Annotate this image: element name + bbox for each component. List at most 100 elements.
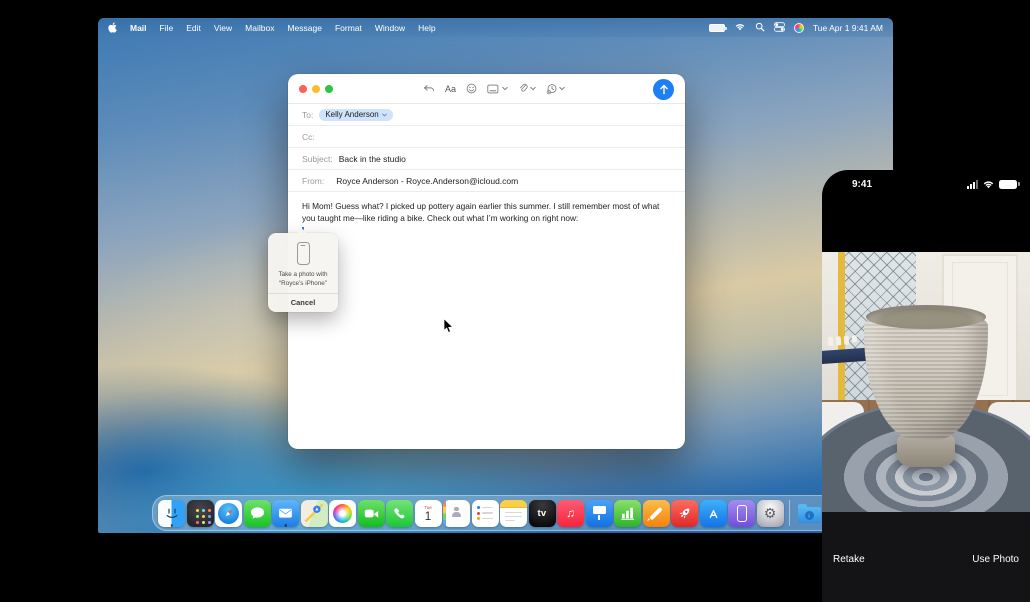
gear-icon: ⚙ (764, 506, 777, 520)
dock-icon-launchpad[interactable] (187, 500, 214, 527)
screenshot-stage: Mail File Edit View Mailbox Message Form… (0, 0, 1030, 602)
dock-icon-contacts[interactable] (443, 500, 470, 527)
iphone-camera-overlay: 9:41 Retake (822, 170, 1030, 602)
cellular-signal-icon (967, 180, 978, 189)
dock-icon-system-settings[interactable]: ⚙ (757, 500, 784, 527)
dock-icon-pages[interactable] (643, 500, 670, 527)
menu-item-message[interactable]: Message (287, 23, 322, 33)
dock-icon-photos[interactable] (329, 500, 356, 527)
dock-icon-iphone-app[interactable] (728, 500, 755, 527)
photo-browser-icon[interactable] (487, 84, 508, 94)
music-note-icon: ♫ (566, 506, 575, 520)
control-center-icon[interactable] (774, 22, 785, 34)
subject-field[interactable]: Subject: Back in the studio (288, 148, 685, 170)
undo-icon[interactable] (423, 84, 435, 94)
menu-item-edit[interactable]: Edit (186, 23, 201, 33)
compass-icon (218, 503, 239, 524)
iphone-icon (297, 242, 310, 265)
spotlight-search-icon[interactable] (755, 22, 765, 34)
photos-pinwheel-icon (333, 504, 352, 523)
from-label: From: (302, 176, 324, 186)
close-window-button[interactable] (299, 85, 307, 93)
menu-item-mail[interactable]: Mail (130, 23, 147, 33)
battery-icon[interactable] (709, 24, 725, 32)
to-field[interactable]: To: Kelly Anderson (288, 104, 685, 126)
download-arrow-icon: ↓ (805, 511, 814, 520)
iphone-status-bar: 9:41 (822, 178, 1030, 192)
retake-button[interactable]: Retake (833, 554, 865, 565)
dock-icon-app-store[interactable] (700, 500, 727, 527)
dock-icon-keynote[interactable] (586, 500, 613, 527)
dock-icon-calendar[interactable]: Tue 1 (415, 500, 442, 527)
zoom-window-button[interactable] (325, 85, 333, 93)
emoji-picker-icon[interactable] (466, 83, 477, 94)
iphone-clock: 9:41 (852, 179, 872, 190)
person-silhouette-icon (452, 507, 461, 516)
format-text-button[interactable]: Aa (445, 84, 456, 94)
camera-action-bar: Retake Use Photo (822, 512, 1030, 602)
message-body[interactable]: Hi Mom! Guess what? I picked up pottery … (288, 192, 685, 447)
downloads-folder-icon: ↓ (798, 507, 821, 523)
dock-divider (789, 500, 790, 526)
cancel-button[interactable]: Cancel (268, 293, 338, 312)
dock-icon-rocket[interactable] (671, 500, 698, 527)
menu-bar: Mail File Edit View Mailbox Message Form… (98, 18, 893, 37)
mail-compose-window: Aa (288, 74, 685, 449)
dock-icon-mail[interactable] (272, 500, 299, 527)
dock-icon-safari[interactable] (215, 500, 242, 527)
recipient-token[interactable]: Kelly Anderson (319, 109, 392, 121)
menu-item-help[interactable]: Help (418, 23, 435, 33)
cc-field[interactable]: Cc: (288, 126, 685, 148)
dock-icon-notes[interactable] (500, 500, 527, 527)
minimize-window-button[interactable] (312, 85, 320, 93)
notes-header (500, 500, 527, 508)
wifi-icon[interactable] (734, 22, 746, 33)
use-photo-button[interactable]: Use Photo (972, 554, 1019, 565)
dock-icon-phone[interactable] (386, 500, 413, 527)
dock-icon-reminders[interactable] (472, 500, 499, 527)
launchpad-grid-icon (196, 509, 199, 512)
dock-icon-maps[interactable] (301, 500, 328, 527)
battery-icon (999, 180, 1017, 189)
popup-message-line2: “Royce’s iPhone” (272, 279, 334, 288)
subject-label: Subject: (302, 154, 333, 164)
from-field[interactable]: From: Royce Anderson - Royce.Anderson@ic… (288, 170, 685, 192)
dock-icon-facetime[interactable] (358, 500, 385, 527)
dock-icon-downloads[interactable]: ↓ (796, 500, 823, 527)
menu-item-format[interactable]: Format (335, 23, 362, 33)
from-value: Royce Anderson - Royce.Anderson@icloud.c… (336, 176, 518, 186)
tv-logo: tv (537, 508, 546, 519)
dock-icon-music[interactable]: ♫ (557, 500, 584, 527)
iphone-outline-icon (737, 505, 747, 522)
camera-preview (822, 252, 1030, 512)
dock-icon-messages[interactable] (244, 500, 271, 527)
popup-message-line1: Take a photo with (272, 270, 334, 279)
dock: Tue 1 tv ♫ (152, 495, 836, 531)
pen-icon (649, 506, 662, 519)
paperclip-icon[interactable] (518, 83, 536, 94)
to-label: To: (302, 110, 313, 120)
apple-menu-icon[interactable] (108, 22, 117, 33)
mouse-pointer (443, 318, 454, 339)
recipient-name: Kelly Anderson (325, 110, 378, 119)
wifi-icon (982, 179, 995, 189)
color-wheel-icon[interactable] (794, 23, 804, 33)
send-button[interactable] (653, 79, 674, 100)
lectern-icon (593, 506, 606, 514)
dock-icon-tv[interactable]: tv (529, 500, 556, 527)
menu-item-window[interactable]: Window (375, 23, 405, 33)
dock-icon-numbers[interactable] (614, 500, 641, 527)
window-title-bar: Aa (288, 74, 685, 104)
menu-bar-clock[interactable]: Tue Apr 1 9:41 AM (813, 23, 883, 33)
calendar-day: 1 (425, 510, 432, 523)
subject-value: Back in the studio (339, 154, 406, 164)
send-later-icon[interactable] (546, 83, 565, 95)
dock-icon-finder[interactable] (158, 500, 185, 527)
cc-label: Cc: (302, 132, 315, 142)
menu-item-file[interactable]: File (160, 23, 174, 33)
chevron-down-icon (382, 113, 387, 117)
menu-item-mailbox[interactable]: Mailbox (245, 23, 274, 33)
menu-item-view[interactable]: View (214, 23, 232, 33)
continuity-camera-popup: Take a photo with “Royce’s iPhone” Cance… (268, 233, 338, 312)
mac-desktop-wallpaper: Mail File Edit View Mailbox Message Form… (98, 18, 893, 533)
